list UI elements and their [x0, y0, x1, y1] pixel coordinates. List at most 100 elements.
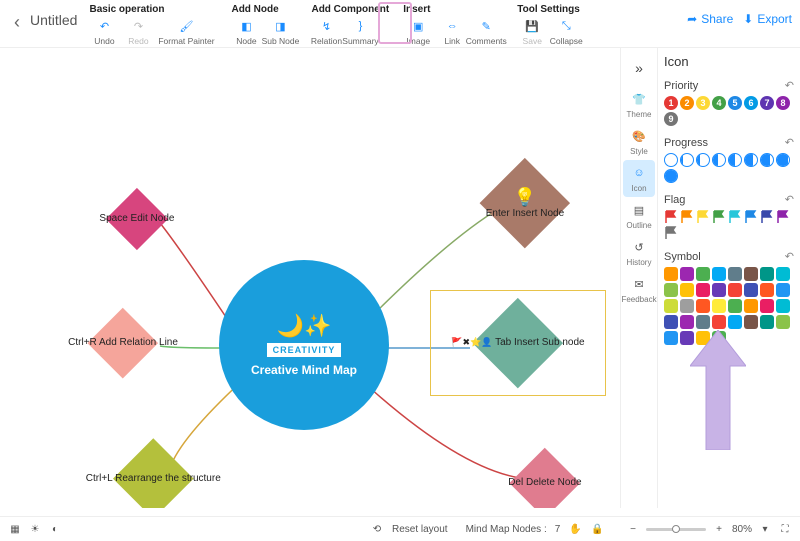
- symbol-27[interactable]: [712, 315, 726, 329]
- zoom-out-button[interactable]: −: [626, 522, 640, 536]
- progress-4[interactable]: [728, 153, 742, 167]
- symbol-4[interactable]: [728, 267, 742, 281]
- symbol-28[interactable]: [728, 315, 742, 329]
- symbol-19[interactable]: [712, 299, 726, 313]
- priority-9[interactable]: 9: [664, 112, 678, 126]
- flag-7[interactable]: [776, 210, 790, 224]
- symbol-0[interactable]: [664, 267, 678, 281]
- chevron-down-icon[interactable]: ▾: [758, 522, 772, 536]
- symbol-reset-icon[interactable]: ↶: [785, 250, 794, 263]
- progress-2[interactable]: [696, 153, 710, 167]
- flag-8[interactable]: [664, 226, 678, 240]
- layer-icon[interactable]: ▦: [8, 522, 22, 536]
- priority-3[interactable]: 3: [696, 96, 710, 110]
- back-button[interactable]: ‹: [8, 4, 26, 41]
- relation-button[interactable]: ↯Relation: [309, 17, 343, 46]
- flag-3[interactable]: [712, 210, 726, 224]
- progress-8[interactable]: [664, 169, 678, 183]
- node-n4[interactable]: 💡Enter Insert Node: [450, 158, 600, 248]
- symbol-5[interactable]: [744, 267, 758, 281]
- symbol-16[interactable]: [664, 299, 678, 313]
- progress-reset-icon[interactable]: ↶: [785, 136, 794, 149]
- tab-theme[interactable]: 👕Theme: [623, 86, 655, 123]
- node-n5[interactable]: 🚩✖⭐👤 Tab Insert Sub node: [438, 298, 598, 388]
- document-title[interactable]: Untitled: [26, 4, 87, 28]
- node-n2[interactable]: Ctrl+R Add Relation Line: [48, 308, 198, 378]
- undo-button[interactable]: ↶Undo: [87, 17, 121, 46]
- tab-style[interactable]: 🎨Style: [623, 123, 655, 160]
- flag-4[interactable]: [728, 210, 742, 224]
- mindmap-canvas[interactable]: 🌙✨ CREATIVITY Creative Mind Map Space Ed…: [0, 48, 620, 508]
- symbol-24[interactable]: [664, 315, 678, 329]
- node-n1[interactable]: Space Edit Node: [82, 188, 192, 250]
- share-button[interactable]: ➦ Share: [687, 12, 733, 26]
- symbol-21[interactable]: [744, 299, 758, 313]
- priority-5[interactable]: 5: [728, 96, 742, 110]
- symbol-15[interactable]: [776, 283, 790, 297]
- symbol-12[interactable]: [728, 283, 742, 297]
- reset-layout-label[interactable]: Reset layout: [392, 524, 448, 535]
- symbol-29[interactable]: [744, 315, 758, 329]
- symbol-26[interactable]: [696, 315, 710, 329]
- symbol-35[interactable]: [712, 331, 726, 345]
- symbol-20[interactable]: [728, 299, 742, 313]
- symbol-17[interactable]: [680, 299, 694, 313]
- tab-history[interactable]: ↺History: [623, 234, 655, 271]
- zoom-in-button[interactable]: +: [712, 522, 726, 536]
- flag-1[interactable]: [680, 210, 694, 224]
- hand-tool-icon[interactable]: ✋: [568, 522, 582, 536]
- priority-reset-icon[interactable]: ↶: [785, 79, 794, 92]
- symbol-30[interactable]: [760, 315, 774, 329]
- symbol-10[interactable]: [696, 283, 710, 297]
- lock-icon[interactable]: 🔒: [590, 522, 604, 536]
- night-icon[interactable]: ◐: [48, 522, 62, 536]
- format-painter-button[interactable]: 🖌Format Painter: [155, 17, 217, 46]
- symbol-11[interactable]: [712, 283, 726, 297]
- collapse-button[interactable]: ⤡Collapse: [549, 17, 583, 46]
- symbol-7[interactable]: [776, 267, 790, 281]
- symbol-23[interactable]: [776, 299, 790, 313]
- link-button[interactable]: ⇔Link: [435, 17, 469, 46]
- symbol-8[interactable]: [664, 283, 678, 297]
- flag-6[interactable]: [760, 210, 774, 224]
- center-node[interactable]: 🌙✨ CREATIVITY Creative Mind Map: [219, 260, 389, 430]
- export-button[interactable]: ⬇ Export: [743, 12, 792, 26]
- sub-node-button[interactable]: ◨Sub Node: [263, 17, 297, 46]
- symbol-33[interactable]: [680, 331, 694, 345]
- symbol-3[interactable]: [712, 267, 726, 281]
- flag-5[interactable]: [744, 210, 758, 224]
- symbol-9[interactable]: [680, 283, 694, 297]
- flag-reset-icon[interactable]: ↶: [785, 193, 794, 206]
- symbol-25[interactable]: [680, 315, 694, 329]
- brightness-icon[interactable]: ☀: [28, 522, 42, 536]
- symbol-1[interactable]: [680, 267, 694, 281]
- priority-2[interactable]: 2: [680, 96, 694, 110]
- image-button[interactable]: ▣Image: [401, 17, 435, 46]
- reset-layout-icon[interactable]: ⟲: [370, 522, 384, 536]
- symbol-32[interactable]: [664, 331, 678, 345]
- symbol-13[interactable]: [744, 283, 758, 297]
- symbol-2[interactable]: [696, 267, 710, 281]
- tab-outline[interactable]: ▤Outline: [623, 197, 655, 234]
- node-button[interactable]: ◧Node: [229, 17, 263, 46]
- flag-0[interactable]: [664, 210, 678, 224]
- priority-7[interactable]: 7: [760, 96, 774, 110]
- node-n3[interactable]: Ctrl+L Rearrange the structure: [68, 438, 238, 508]
- tab-feedback[interactable]: ✉Feedback: [623, 271, 655, 308]
- progress-7[interactable]: [776, 153, 790, 167]
- fullscreen-icon[interactable]: ⛶: [778, 522, 792, 536]
- priority-6[interactable]: 6: [744, 96, 758, 110]
- summary-button[interactable]: }Summary: [343, 17, 377, 46]
- symbol-18[interactable]: [696, 299, 710, 313]
- priority-8[interactable]: 8: [776, 96, 790, 110]
- comments-button[interactable]: ✎Comments: [469, 17, 503, 46]
- symbol-14[interactable]: [760, 283, 774, 297]
- panel-collapse-button[interactable]: »: [635, 54, 643, 82]
- progress-1[interactable]: [680, 153, 694, 167]
- symbol-22[interactable]: [760, 299, 774, 313]
- tab-icon[interactable]: ☺Icon: [623, 160, 655, 197]
- progress-5[interactable]: [744, 153, 758, 167]
- flag-2[interactable]: [696, 210, 710, 224]
- priority-1[interactable]: 1: [664, 96, 678, 110]
- symbol-34[interactable]: [696, 331, 710, 345]
